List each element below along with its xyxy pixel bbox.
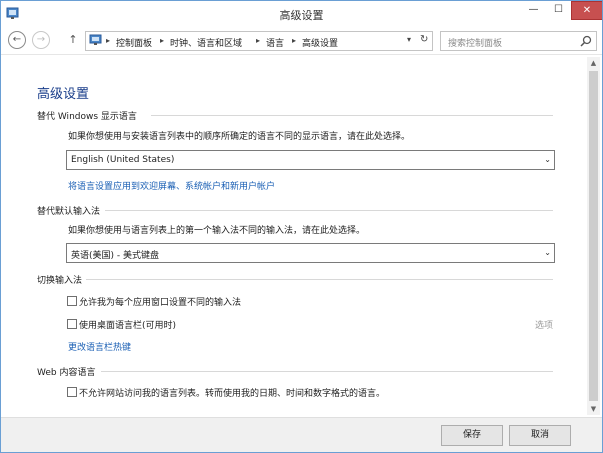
per-app-input-checkbox[interactable] <box>67 296 77 306</box>
search-box[interactable]: 搜索控制面板 <box>440 31 597 51</box>
scroll-down-icon[interactable]: ▼ <box>587 403 600 415</box>
web-language-list-label: 不允许网站访问我的语言列表。转而使用我的日期、时间和数字格式的语言。 <box>79 389 386 399</box>
back-button[interactable]: ← <box>8 31 26 49</box>
display-language-value: English (United States) <box>71 155 175 165</box>
up-button[interactable]: ↑ <box>66 32 80 48</box>
section-divider <box>105 210 553 211</box>
address-bar[interactable]: ▸ 控制面板 ▸ 时钟、语言和区域 ▸ 语言 ▸ 高级设置 ▾ ↻ <box>85 31 433 51</box>
maximize-button[interactable]: ☐ <box>546 1 571 19</box>
display-language-section-title: 替代 Windows 显示语言 <box>37 112 137 122</box>
cancel-button[interactable]: 取消 <box>509 425 571 446</box>
address-dropdown-icon[interactable]: ▾ <box>407 35 411 44</box>
section-divider <box>86 279 553 280</box>
breadcrumb-language[interactable]: 语言 <box>266 36 284 49</box>
scroll-up-icon[interactable]: ▲ <box>587 57 600 69</box>
breadcrumb-separator: ▸ <box>256 36 261 45</box>
chevron-down-icon: ⌄ <box>544 248 551 257</box>
close-button[interactable]: ✕ <box>571 1 602 20</box>
breadcrumb-clock-language-region[interactable]: 时钟、语言和区域 <box>170 36 242 49</box>
vertical-scrollbar[interactable]: ▲ ▼ <box>587 57 600 415</box>
breadcrumb-control-panel[interactable]: 控制面板 <box>116 36 152 49</box>
minimize-button[interactable]: — <box>521 1 546 19</box>
forward-button[interactable]: → <box>32 31 50 49</box>
dialog-footer: 保存 取消 <box>1 417 602 452</box>
input-method-description: 如果你想使用与语言列表上的第一个输入法不同的输入法，请在此处选择。 <box>68 226 366 236</box>
section-divider <box>151 115 553 116</box>
header-divider <box>1 54 602 55</box>
refresh-icon[interactable]: ↻ <box>420 34 428 45</box>
window-title: 高级设置 <box>279 9 324 22</box>
breadcrumb-advanced-settings[interactable]: 高级设置 <box>302 36 338 49</box>
breadcrumb-separator: ▸ <box>292 36 297 45</box>
settings-window: 高级设置 — ☐ ✕ ← → ↑ ▸ 控制面板 ▸ 时钟、语言和区域 ▸ 语言 … <box>0 0 603 453</box>
navigation-bar: ← → ↑ ▸ 控制面板 ▸ 时钟、语言和区域 ▸ 语言 ▸ 高级设置 ▾ ↻ … <box>1 28 602 54</box>
web-language-list-checkbox[interactable] <box>67 387 77 397</box>
scroll-thumb[interactable] <box>589 71 598 401</box>
web-content-section-title: Web 内容语言 <box>37 368 96 378</box>
save-button[interactable]: 保存 <box>441 425 503 446</box>
switch-input-section-title: 切换输入法 <box>37 276 83 286</box>
title-bar: 高级设置 — ☐ ✕ <box>1 1 602 26</box>
per-app-input-label: 允许我为每个应用窗口设置不同的输入法 <box>79 298 242 308</box>
breadcrumb-separator: ▸ <box>106 36 111 45</box>
page-title: 高级设置 <box>37 87 90 102</box>
input-method-value: 英语(美国) - 美式键盘 <box>71 251 159 261</box>
control-panel-icon <box>89 34 102 45</box>
display-language-select[interactable]: English (United States) ⌄ <box>66 150 555 170</box>
language-bar-options-link[interactable]: 选项 <box>535 318 553 331</box>
apply-language-settings-link[interactable]: 将语言设置应用到欢迎屏幕、系统帐户和新用户帐户 <box>68 179 275 192</box>
language-bar-checkbox[interactable] <box>67 319 77 329</box>
language-bar-label: 使用桌面语言栏(可用时) <box>79 321 177 331</box>
display-language-description: 如果你想使用与安装语言列表中的顺序所确定的语言不同的显示语言，请在此处选择。 <box>68 132 411 142</box>
input-method-select[interactable]: 英语(美国) - 美式键盘 ⌄ <box>66 243 555 263</box>
input-method-section-title: 替代默认输入法 <box>37 207 101 217</box>
search-placeholder: 搜索控制面板 <box>448 39 503 49</box>
section-divider <box>101 371 553 372</box>
change-hotkeys-link[interactable]: 更改语言栏热键 <box>68 340 131 353</box>
chevron-down-icon: ⌄ <box>544 155 551 164</box>
search-icon <box>580 35 592 47</box>
breadcrumb-separator: ▸ <box>160 36 165 45</box>
